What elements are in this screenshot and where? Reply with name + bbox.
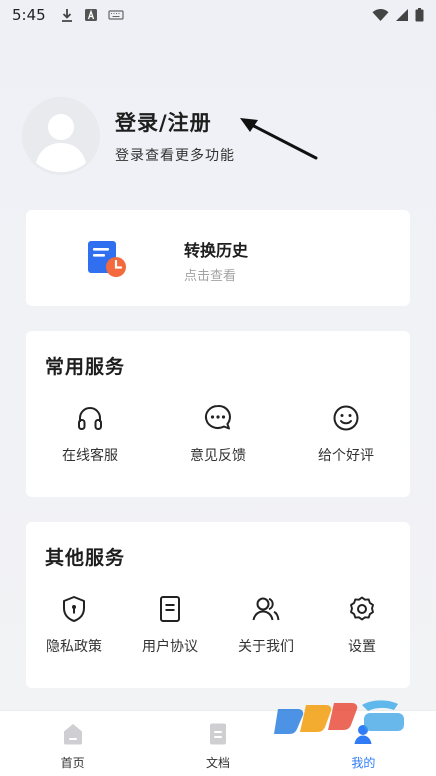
signal-icon [396,9,408,21]
profile-header[interactable]: 登录/注册 登录查看更多功能 [22,97,422,177]
a-box-icon [84,9,97,21]
document-icon [160,596,180,622]
other-services-card: 其他服务 隐私政策 用户协议 关于我们 设置 [26,522,410,688]
tab-documents[interactable]: 文档 [145,711,290,776]
service-online-support[interactable]: 在线客服 [26,403,154,465]
service-label: 隐私政策 [46,639,102,655]
service-label: 设置 [348,639,376,655]
login-subtitle: 登录查看更多功能 [115,148,235,164]
other-services-title: 其他服务 [45,547,126,569]
service-label: 给个好评 [318,448,374,464]
file-icon [209,723,226,745]
tab-label: 首页 [60,756,85,770]
service-feedback[interactable]: 意见反馈 [154,403,282,465]
shield-icon [63,596,85,622]
headphones-icon [78,407,102,430]
conversion-history-card[interactable]: 转换历史 点击查看 [26,210,410,306]
default-avatar-icon [22,97,100,175]
person-icon [354,725,372,744]
download-icon [61,9,72,22]
service-label: 关于我们 [238,639,294,655]
smiley-icon [333,405,359,431]
wifi-icon [372,9,389,21]
tab-home[interactable]: 首页 [0,711,145,776]
users-icon [252,597,280,621]
history-subtitle: 点击查看 [184,269,237,284]
service-settings[interactable]: 设置 [314,594,410,656]
keyboard-icon [108,10,124,20]
history-document-icon [88,241,126,277]
avatar[interactable] [22,97,100,175]
service-about-us[interactable]: 关于我们 [218,594,314,656]
common-services-title: 常用服务 [45,356,126,378]
service-rate-us[interactable]: 给个好评 [282,403,410,465]
service-privacy-policy[interactable]: 隐私政策 [26,594,122,656]
tab-label: 文档 [205,756,230,770]
service-label: 在线客服 [62,448,118,464]
bottom-tab-bar: 首页 文档 我的 [0,710,436,776]
service-label: 意见反馈 [190,448,246,464]
home-icon [63,724,82,745]
common-services-card: 常用服务 在线客服 意见反馈 给个好评 [26,331,410,497]
status-bar: 5:45 [0,0,436,30]
chat-bubble-icon [204,404,231,430]
tab-mine[interactable]: 我的 [291,711,436,776]
login-register-link[interactable]: 登录/注册 [115,107,212,137]
history-title: 转换历史 [184,241,249,260]
annotation-arrow-icon [240,118,318,160]
gear-icon [350,596,374,621]
status-time: 5:45 [12,6,46,24]
service-user-agreement[interactable]: 用户协议 [122,594,218,656]
service-label: 用户协议 [142,639,198,655]
tab-label: 我的 [351,756,376,770]
battery-icon [415,8,424,22]
